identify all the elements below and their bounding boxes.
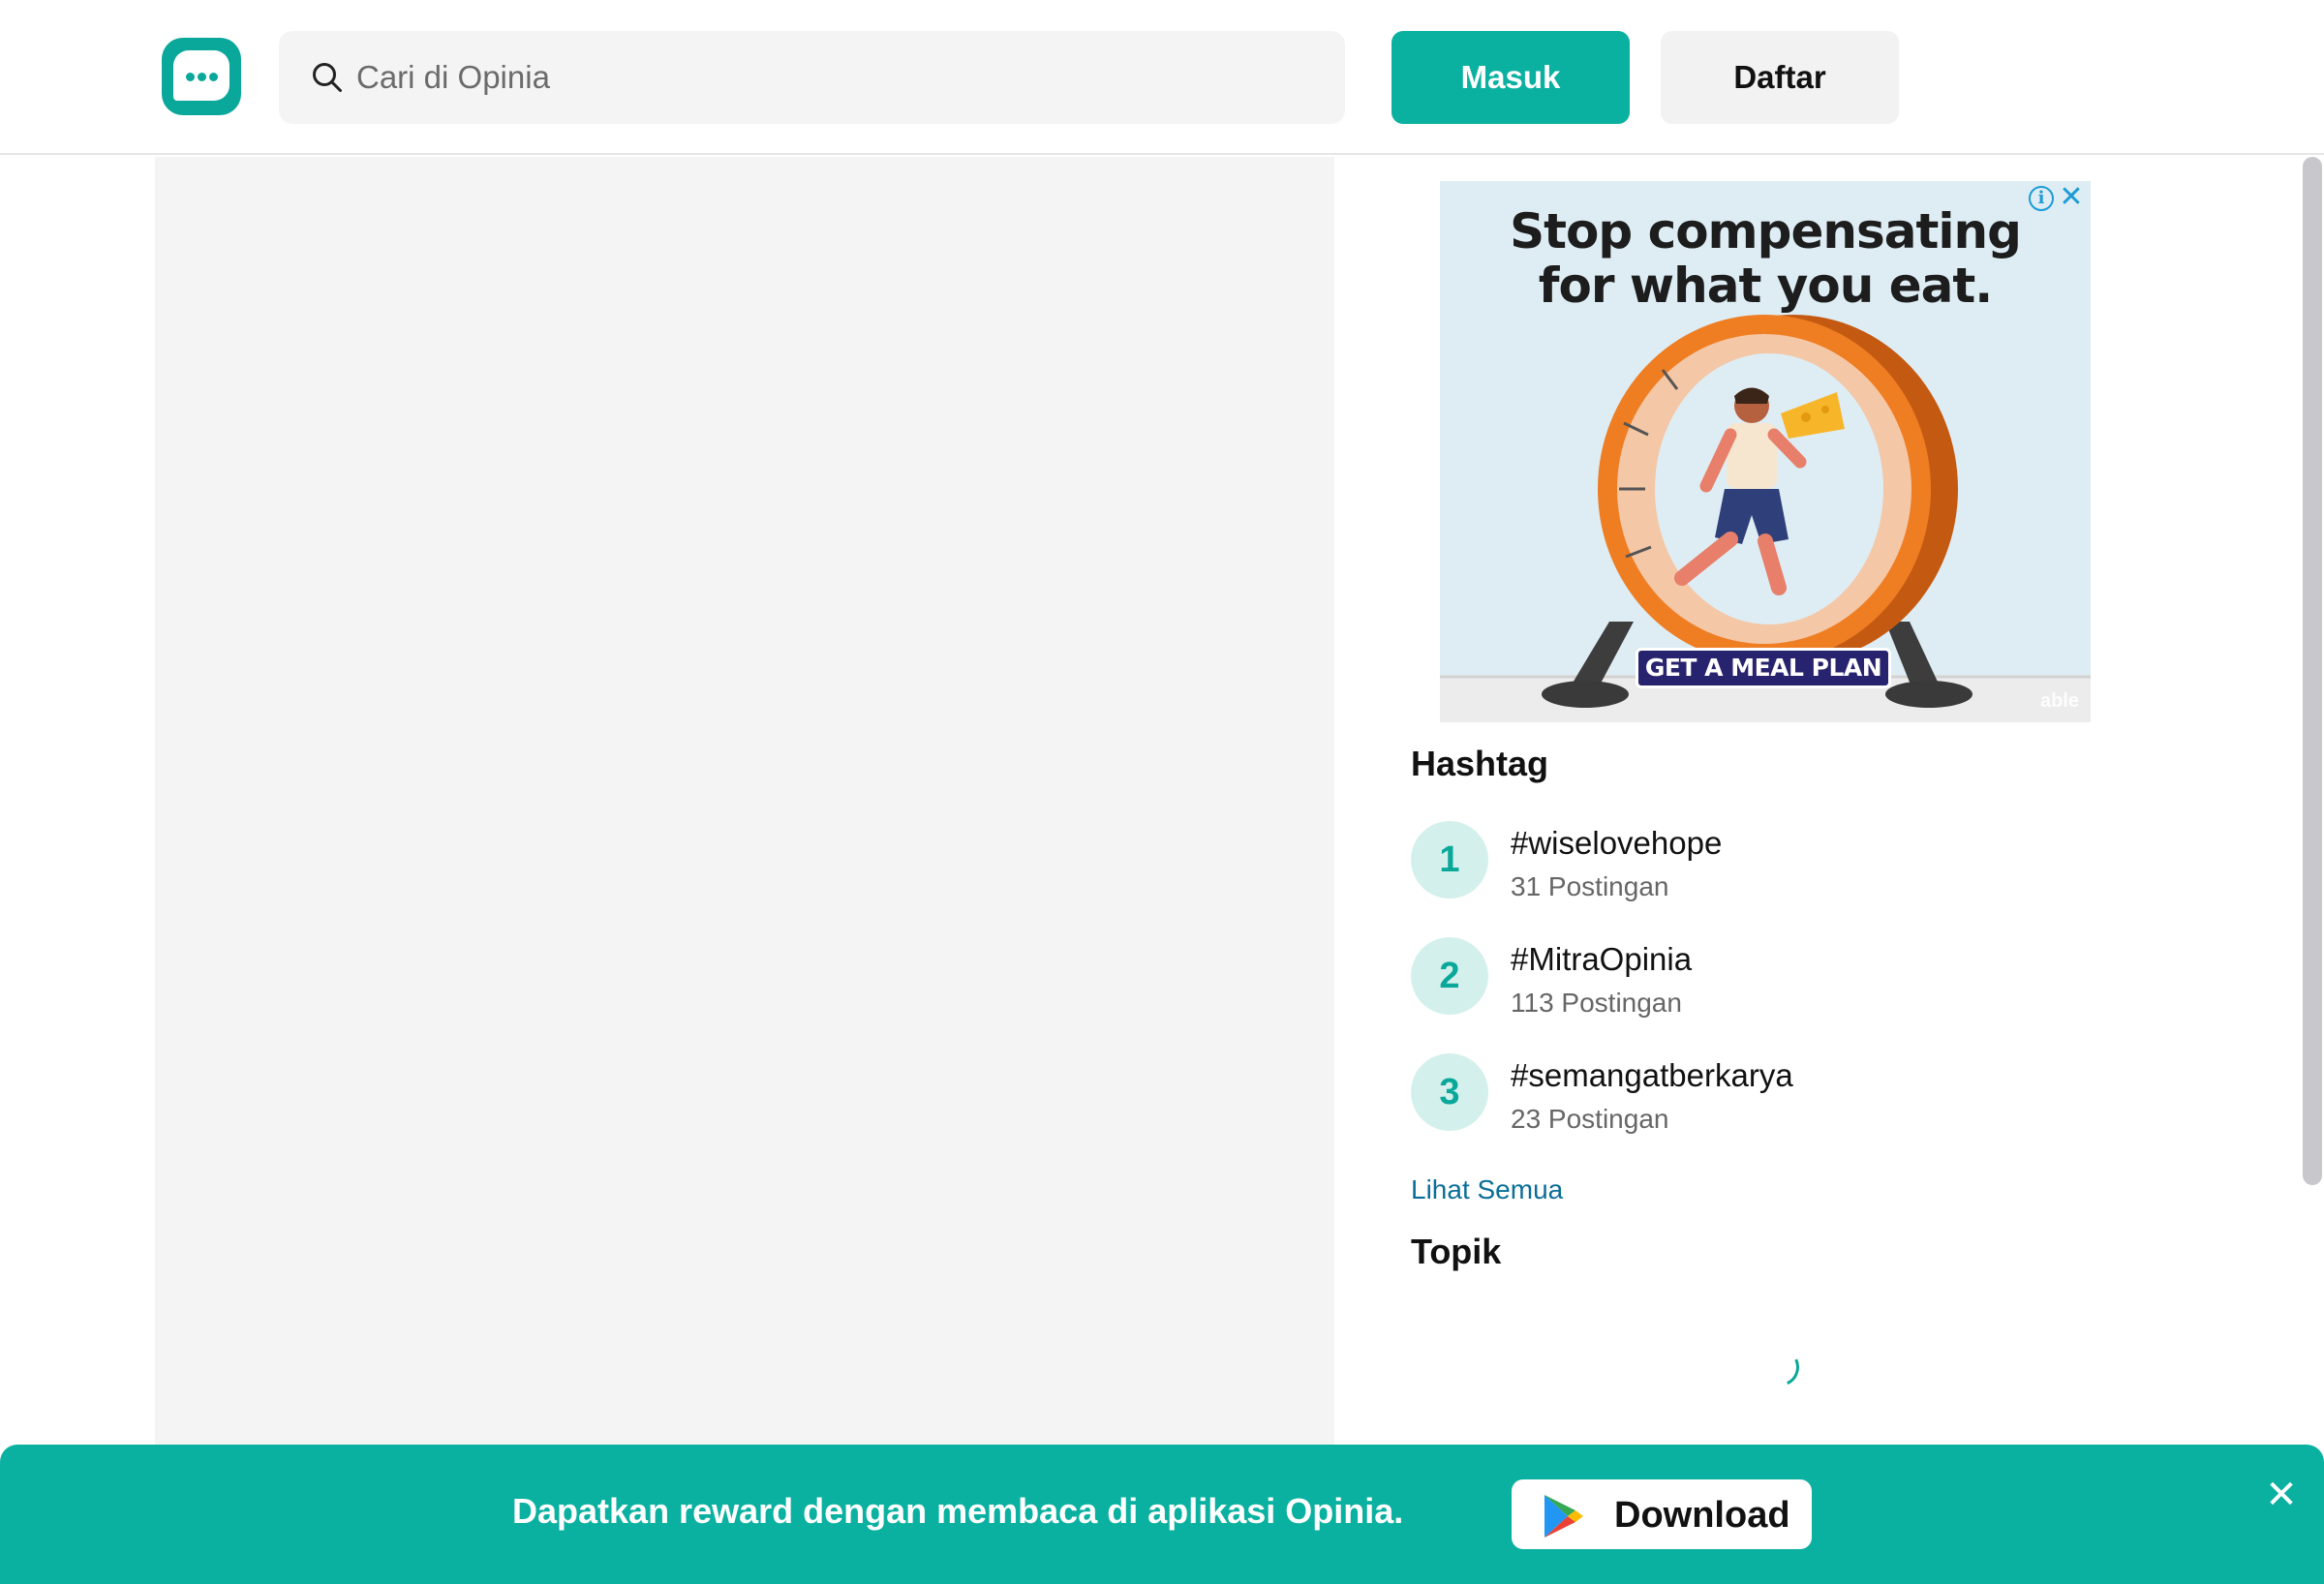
register-button[interactable]: Daftar (1661, 31, 1899, 124)
ad-headline: Stop compensating for what you eat. (1440, 204, 2091, 313)
hashtag-item[interactable]: 2 #MitraOpinia 113 Postingan (1411, 937, 1895, 1024)
search-input[interactable] (356, 31, 1325, 124)
hashtag-post-count: 31 Postingan (1511, 871, 1669, 901)
hashtag-post-count: 113 Postingan (1511, 988, 1682, 1018)
download-button[interactable]: Download (1512, 1479, 1812, 1549)
ad-cta-button[interactable]: GET A MEAL PLAN (1636, 648, 1891, 688)
loading-spinner-icon (1755, 1342, 1805, 1392)
dot (186, 73, 195, 81)
hashtag-name[interactable]: #wiselovehope (1511, 825, 1722, 862)
ad-brand-logo: able (2039, 690, 2079, 712)
app-download-banner: Dapatkan reward dengan membaca di aplika… (0, 1445, 2324, 1584)
ad-headline-line: Stop compensating (1510, 203, 2022, 259)
hashtag-name[interactable]: #semangatberkarya (1511, 1057, 1793, 1094)
hashtag-name[interactable]: #MitraOpinia (1511, 941, 1692, 978)
hashtag-rank-badge: 2 (1411, 937, 1488, 1015)
page-scrollbar[interactable] (2303, 157, 2322, 1185)
ad-headline-line: for what you eat. (1538, 258, 1994, 314)
hashtag-rank-badge: 3 (1411, 1053, 1488, 1131)
close-icon[interactable]: ✕ (2058, 183, 2085, 212)
dot (198, 73, 206, 81)
close-icon[interactable]: ✕ (2262, 1476, 2301, 1514)
hashtag-section-title: Hashtag (1411, 744, 1549, 783)
hashtag-rank-badge: 1 (1411, 821, 1488, 899)
login-button[interactable]: Masuk (1391, 31, 1630, 124)
opinia-logo[interactable] (162, 38, 241, 115)
info-icon[interactable]: i (2029, 186, 2054, 211)
chat-bubble-icon (173, 50, 229, 101)
main-feed (155, 157, 1334, 1445)
hashtag-item[interactable]: 3 #semangatberkarya 23 Postingan (1411, 1053, 1895, 1141)
see-all-hashtags-link[interactable]: Lihat Semua (1411, 1174, 1563, 1205)
google-play-icon (1544, 1495, 1583, 1538)
top-navbar: Masuk Daftar (0, 0, 2324, 155)
dot (209, 73, 218, 81)
hashtag-item[interactable]: 1 #wiselovehope 31 Postingan (1411, 821, 1895, 908)
hashtag-post-count: 23 Postingan (1511, 1104, 1669, 1134)
search-bar[interactable] (279, 31, 1345, 124)
download-label: Download (1614, 1495, 1790, 1536)
banner-message: Dapatkan reward dengan membaca di aplika… (512, 1491, 1404, 1531)
search-icon (313, 63, 342, 92)
advertisement[interactable]: Stop compensating for what you eat. i ✕ … (1440, 181, 2091, 722)
topic-section-title: Topik (1411, 1232, 1502, 1271)
